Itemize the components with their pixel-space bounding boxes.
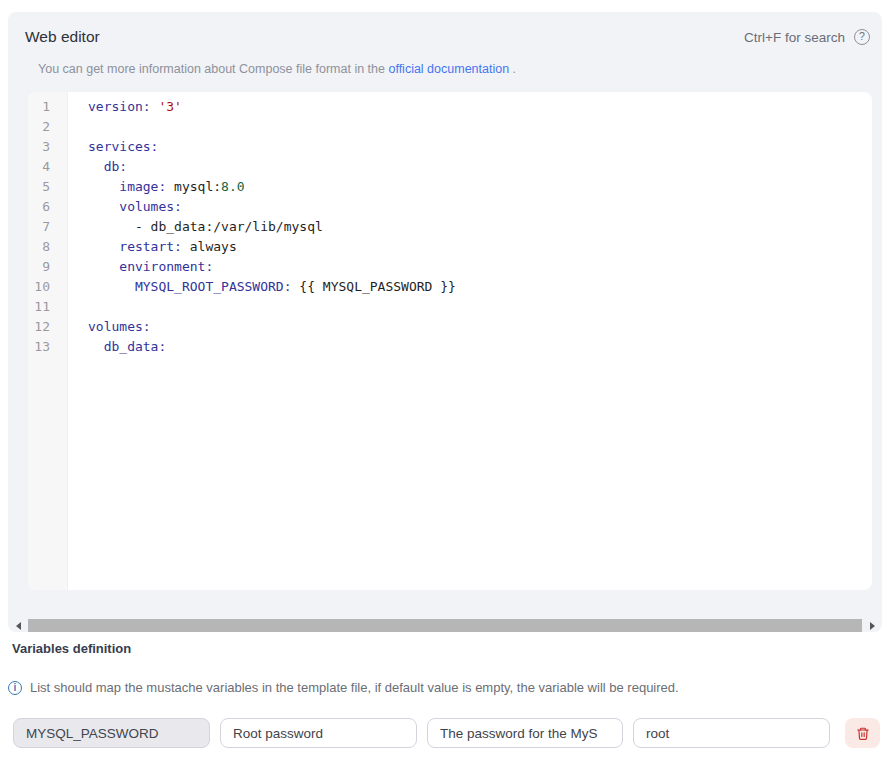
line-number: 3 bbox=[28, 137, 67, 157]
code-line bbox=[88, 117, 456, 137]
subtitle-text: You can get more information about Compo… bbox=[38, 62, 388, 76]
trash-icon bbox=[856, 726, 870, 741]
line-number: 1 bbox=[28, 97, 67, 117]
code-line: image: mysql:8.0 bbox=[88, 177, 456, 197]
line-number: 8 bbox=[28, 237, 67, 257]
scrollbar-left-arrow[interactable] bbox=[11, 619, 25, 632]
code-line: restart: always bbox=[88, 237, 456, 257]
line-number: 11 bbox=[28, 297, 67, 317]
right-triangle-icon bbox=[870, 622, 875, 630]
code-line: environment: bbox=[88, 257, 456, 277]
variable-description-input[interactable] bbox=[427, 718, 623, 748]
code-line bbox=[88, 297, 456, 317]
code-line: volumes: bbox=[88, 317, 456, 337]
editor-code[interactable]: version: '3' services: db: image: mysql:… bbox=[68, 92, 456, 590]
line-number: 12 bbox=[28, 317, 67, 337]
line-number: 9 bbox=[28, 257, 67, 277]
line-number: 4 bbox=[28, 157, 67, 177]
line-number: 6 bbox=[28, 197, 67, 217]
variable-default-input[interactable] bbox=[633, 718, 830, 748]
variable-name-input[interactable] bbox=[13, 718, 210, 748]
documentation-link[interactable]: official documentation bbox=[388, 62, 509, 76]
code-editor[interactable]: 12345678910111213 version: '3' services:… bbox=[28, 92, 872, 590]
variables-definition-heading: Variables definition bbox=[12, 641, 131, 656]
variable-label-input[interactable] bbox=[220, 718, 417, 748]
code-line: - db_data:/var/lib/mysql bbox=[88, 217, 456, 237]
subtitle: You can get more information about Compo… bbox=[38, 62, 516, 76]
variables-info-text: List should map the mustache variables i… bbox=[30, 680, 679, 695]
editor-gutter: 12345678910111213 bbox=[28, 92, 68, 590]
left-triangle-icon bbox=[16, 622, 21, 630]
code-line: volumes: bbox=[88, 197, 456, 217]
info-icon: i bbox=[8, 681, 22, 695]
search-hint: Ctrl+F for search ? bbox=[744, 29, 870, 45]
code-line: db: bbox=[88, 157, 456, 177]
scrollbar-thumb[interactable] bbox=[28, 619, 862, 632]
line-number: 2 bbox=[28, 117, 67, 137]
code-line: MYSQL_ROOT_PASSWORD: {{ MYSQL_PASSWORD }… bbox=[88, 277, 456, 297]
panel-header: Web editor Ctrl+F for search ? bbox=[25, 28, 870, 46]
line-number: 7 bbox=[28, 217, 67, 237]
code-line: version: '3' bbox=[88, 97, 456, 117]
scrollbar-right-arrow[interactable] bbox=[865, 619, 879, 632]
panel-title: Web editor bbox=[25, 28, 100, 46]
line-number: 10 bbox=[28, 277, 67, 297]
variables-info: i List should map the mustache variables… bbox=[8, 680, 679, 695]
code-line: services: bbox=[88, 137, 456, 157]
web-editor-panel: Web editor Ctrl+F for search ? You can g… bbox=[8, 12, 882, 632]
search-hint-label: Ctrl+F for search bbox=[744, 30, 845, 45]
line-number: 5 bbox=[28, 177, 67, 197]
subtitle-suffix: . bbox=[509, 62, 516, 76]
code-line: db_data: bbox=[88, 337, 456, 357]
delete-variable-button[interactable] bbox=[845, 718, 880, 748]
help-icon[interactable]: ? bbox=[854, 29, 870, 45]
line-number: 13 bbox=[28, 337, 67, 357]
